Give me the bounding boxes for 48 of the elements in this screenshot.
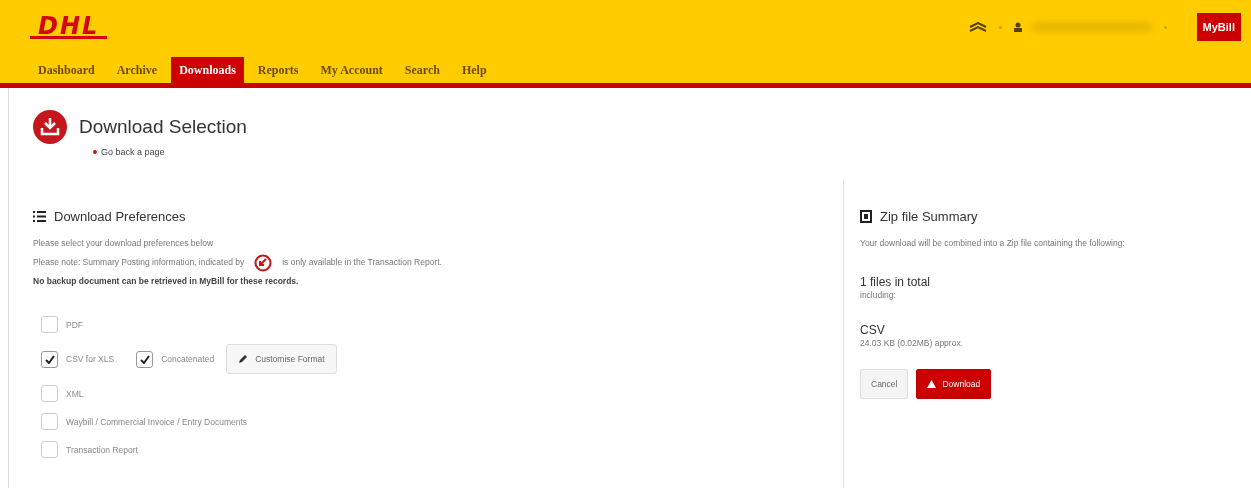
- file-count: 1 files in total: [860, 275, 932, 289]
- summary-description: Your download will be combined into a Zip file containing the following:: [860, 237, 1125, 250]
- page-title: Download Selection: [79, 116, 247, 138]
- option-label: Concatenated: [161, 354, 215, 364]
- customise-format-button[interactable]: Customise Format: [226, 344, 337, 374]
- option-label: PDF: [66, 319, 83, 330]
- file-type: CSV: [860, 323, 886, 337]
- file-size: 24.03 KB (0.02MB) approx.: [860, 337, 963, 349]
- pencil-icon: [238, 354, 249, 364]
- including-text: including:: [860, 289, 896, 301]
- checkmark-icon: [139, 354, 150, 364]
- checkbox[interactable]: [41, 350, 58, 368]
- note-text: Please note: Summary Posting information, indicated by: [33, 256, 245, 269]
- mybill-button[interactable]: MyBill: [1196, 13, 1241, 41]
- checkmark-icon: [44, 354, 55, 364]
- checkbox[interactable]: [136, 350, 154, 368]
- logo[interactable]: DHL: [30, 15, 108, 39]
- nav-tab[interactable]: My Account: [312, 57, 391, 83]
- section-title: Download Preferences: [54, 209, 186, 224]
- checkbox[interactable]: [41, 413, 58, 430]
- option-label: XML: [66, 388, 84, 399]
- cancel-button[interactable]: Cancel: [860, 369, 909, 399]
- option-label: Transaction Report: [66, 444, 138, 455]
- option-label: CSV for XLS: [66, 354, 115, 364]
- bullet-icon: [93, 150, 97, 154]
- nav-tab[interactable]: Dashboard: [30, 57, 103, 83]
- checkbox[interactable]: [41, 441, 58, 458]
- download-icon: [33, 110, 67, 144]
- warning-icon: [927, 380, 937, 388]
- download-button[interactable]: Download: [916, 369, 992, 399]
- nav-tab[interactable]: Archive: [108, 57, 166, 83]
- document-icon: [860, 210, 872, 223]
- nav-tab[interactable]: Reports: [249, 57, 307, 83]
- waves-icon[interactable]: [968, 22, 987, 32]
- summary-posting-icon: [254, 253, 273, 272]
- nav-tab[interactable]: Search: [396, 57, 448, 83]
- section-title: Zip file Summary: [880, 209, 978, 224]
- checkbox[interactable]: [41, 385, 58, 402]
- note-text: is only available in the Transaction Report.: [282, 256, 442, 269]
- instruction-text: Please select your download preferences below: [33, 237, 214, 250]
- user-icon[interactable]: [1013, 22, 1022, 32]
- list-icon: [33, 211, 46, 222]
- option-label: Waybill / Commercial Invoice / Entry Documents: [66, 416, 248, 427]
- checkbox[interactable]: [41, 316, 58, 333]
- warning-text: No backup document can be retrieved in MyBill for these records.: [33, 275, 300, 288]
- back-link[interactable]: Go back a page: [101, 147, 165, 157]
- nav-tab[interactable]: Downloads: [171, 57, 244, 83]
- nav-tab[interactable]: Help: [453, 57, 495, 83]
